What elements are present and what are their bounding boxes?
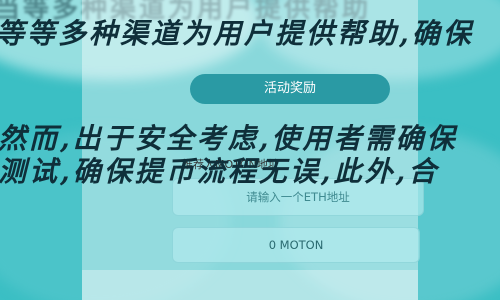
moton-amount-field[interactable]: 0 MOTON — [172, 227, 420, 263]
background-text-line3: 测试,确保提币流程无误,此外,合 — [0, 155, 440, 188]
card-bottom-bar — [82, 270, 418, 300]
background-text-line1: 等等多种渠道为用户提供帮助,确保 — [0, 17, 474, 50]
screenshot-stage: 当等多种渠道为用户提供帮助 活动奖励 推荐人MOTON地址 0 MOTON 等等… — [0, 0, 500, 300]
activity-reward-button[interactable]: 活动奖励 — [190, 74, 390, 104]
